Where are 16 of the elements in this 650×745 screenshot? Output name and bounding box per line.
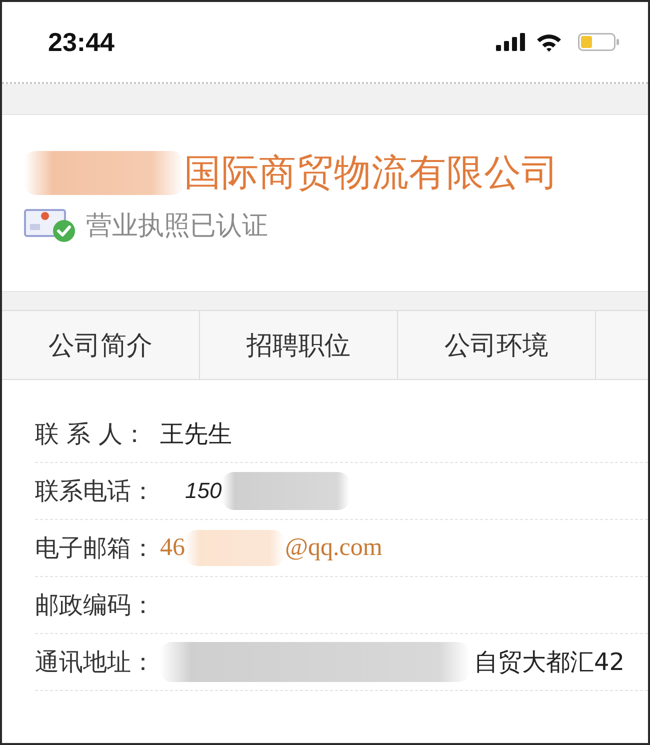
email-start: 46	[160, 534, 185, 562]
field-label: 通讯地址：	[35, 647, 156, 678]
field-label: 电子邮箱：	[35, 533, 156, 564]
field-label: 联 系 人：	[35, 419, 148, 450]
field-label: 邮政编码：	[35, 590, 156, 621]
phone-number: 150	[185, 478, 222, 504]
field-label: 联系电话：	[35, 476, 156, 507]
email-domain: @qq.com	[285, 534, 382, 562]
battery-icon	[578, 33, 620, 51]
wifi-icon	[536, 32, 562, 52]
company-name: 国际商贸物流有限公司	[184, 150, 559, 196]
license-verified-label: 营业执照已认证	[86, 210, 268, 242]
address-text: 自贸大都汇42	[474, 647, 625, 678]
contact-name: 王先生	[160, 419, 232, 450]
status-time: 23:44	[48, 26, 114, 58]
signal-icon	[496, 33, 526, 51]
